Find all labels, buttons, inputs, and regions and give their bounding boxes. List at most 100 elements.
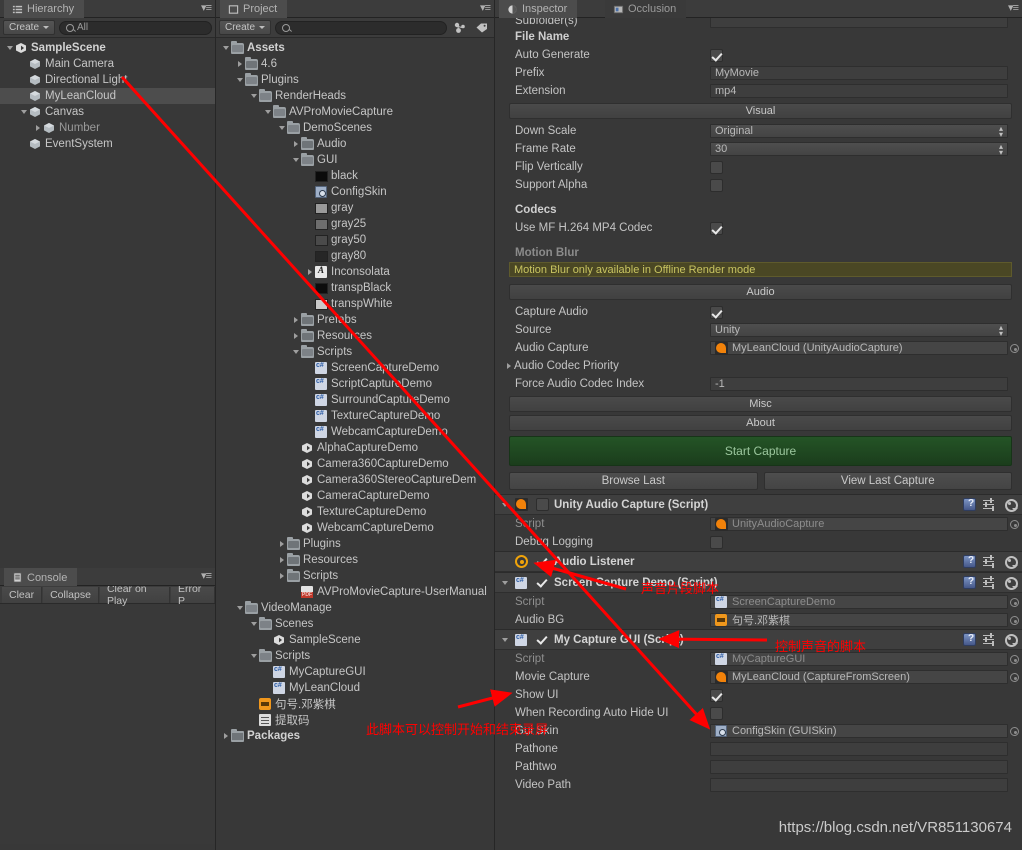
disclosure-triangle-right[interactable] [290, 141, 301, 147]
dropdown-down-scale[interactable]: Original ▴ ▾ [710, 124, 1008, 139]
text-field-pathtwo[interactable] [710, 760, 1008, 774]
tree-item[interactable]: gray50 [216, 232, 494, 248]
tree-item[interactable]: Plugins [216, 72, 494, 88]
disclosure-triangle-down[interactable] [499, 638, 510, 642]
tab-project[interactable]: Project [220, 0, 288, 18]
text-field-subfolder-s-[interactable] [710, 18, 1008, 28]
disclosure-triangle-right[interactable] [234, 61, 245, 67]
tree-item[interactable]: Assets [216, 40, 494, 56]
tree-item[interactable]: AVProMovieCapture [216, 104, 494, 120]
tree-item[interactable]: Directional Light [0, 72, 215, 88]
help-icon[interactable] [963, 555, 976, 568]
console-button[interactable]: Collapse [43, 586, 99, 603]
preset-icon[interactable] [983, 576, 996, 589]
section-header-visual[interactable]: Visual [509, 103, 1012, 119]
inspector-panel-menu[interactable]: ▾≡ [1008, 1, 1019, 14]
tab-console[interactable]: Console [4, 568, 78, 586]
help-icon[interactable] [963, 576, 976, 589]
tree-item[interactable]: Camera360CaptureDemo [216, 456, 494, 472]
console-button[interactable]: Clear on Play [99, 583, 170, 607]
hierarchy-search-input[interactable]: All [59, 20, 212, 35]
component-header[interactable]: Unity Audio Capture (Script) [495, 494, 1022, 515]
tree-item[interactable]: TextureCaptureDemo [216, 408, 494, 424]
section-header-misc[interactable]: Misc [509, 396, 1012, 412]
hierarchy-create-button[interactable]: Create [3, 20, 56, 35]
tree-item[interactable]: WebcamCaptureDemo [216, 424, 494, 440]
disclosure-triangle-right[interactable] [290, 317, 301, 323]
object-picker-icon[interactable] [1010, 616, 1019, 625]
browse-last-button[interactable]: Browse Last [509, 472, 758, 490]
tree-item[interactable]: VideoManage [216, 600, 494, 616]
tree-item[interactable]: CameraCaptureDemo [216, 488, 494, 504]
tree-item[interactable]: gray25 [216, 216, 494, 232]
tree-item[interactable]: Inconsolata [216, 264, 494, 280]
disclosure-triangle-down[interactable] [499, 503, 510, 507]
component-enable-checkbox[interactable] [536, 555, 549, 568]
text-field-video-path[interactable] [710, 778, 1008, 792]
disclosure-triangle-right[interactable] [503, 363, 514, 369]
console-button[interactable]: Error P [170, 583, 215, 607]
tab-inspector[interactable]: Inspector [499, 0, 578, 18]
object-picker-icon[interactable] [1010, 655, 1019, 664]
tab-occlusion[interactable]: Occlusion [605, 0, 687, 18]
tree-item[interactable]: transpWhite [216, 296, 494, 312]
disclosure-triangle-down[interactable] [290, 350, 301, 354]
component-header[interactable]: My Capture GUI (Script) [495, 629, 1022, 650]
checkbox-flip-vertically[interactable] [710, 160, 723, 174]
tree-item[interactable]: DemoScenes [216, 120, 494, 136]
checkbox-use-mf-h-264-mp4-codec[interactable] [710, 221, 723, 235]
tree-item[interactable]: Canvas [0, 104, 215, 120]
tree-item[interactable]: Number [0, 120, 215, 136]
tree-item[interactable]: SurroundCaptureDemo [216, 392, 494, 408]
object-picker-icon[interactable] [1010, 598, 1019, 607]
text-field-extension[interactable]: mp4 [710, 84, 1008, 98]
tree-item[interactable]: ScriptCaptureDemo [216, 376, 494, 392]
tree-item[interactable]: 句号.邓紫棋 [216, 696, 494, 712]
disclosure-triangle-down[interactable] [220, 46, 231, 50]
label-icon[interactable] [473, 20, 491, 35]
checkbox-show-ui[interactable] [710, 688, 723, 702]
disclosure-triangle-down[interactable] [276, 126, 287, 130]
tree-item[interactable]: AlphaCaptureDemo [216, 440, 494, 456]
disclosure-triangle-right[interactable] [32, 125, 43, 131]
checkbox-when-recording-auto-hide-ui[interactable] [710, 706, 723, 720]
tree-item[interactable]: RenderHeads [216, 88, 494, 104]
tree-item[interactable]: Prefabs [216, 312, 494, 328]
gear-icon[interactable] [1003, 633, 1018, 647]
tree-item[interactable]: ConfigSkin [216, 184, 494, 200]
checkbox-support-alpha[interactable] [710, 178, 723, 192]
object-picker-icon[interactable] [1010, 727, 1019, 736]
object-picker-icon[interactable] [1010, 520, 1019, 529]
project-search-input[interactable] [275, 20, 447, 35]
divider-hierarchy-project[interactable] [215, 0, 216, 850]
preset-icon[interactable] [983, 633, 996, 646]
help-icon[interactable] [963, 498, 976, 511]
tree-item[interactable]: 4.6 [216, 56, 494, 72]
view-last-capture-button[interactable]: View Last Capture [763, 472, 1012, 490]
tree-item[interactable]: MyLeanCloud [0, 88, 215, 104]
tree-item[interactable]: MyCaptureGUI [216, 664, 494, 680]
disclosure-triangle-right[interactable] [276, 541, 287, 547]
tree-item[interactable]: EventSystem [0, 136, 215, 152]
hierarchy-panel-menu[interactable]: ▾≡ [201, 1, 212, 14]
tree-item[interactable]: black [216, 168, 494, 184]
text-field-pathone[interactable] [710, 742, 1008, 756]
tree-item[interactable]: Plugins [216, 536, 494, 552]
dropdown-frame-rate[interactable]: 30 ▴ ▾ [710, 142, 1008, 157]
disclosure-triangle-down[interactable] [499, 581, 510, 585]
tree-item[interactable]: GUI [216, 152, 494, 168]
favorites-icon[interactable] [451, 20, 469, 35]
tree-item[interactable]: Resources [216, 552, 494, 568]
object-field-audio-bg[interactable]: 句号.邓紫棋 [710, 613, 1019, 627]
component-enable-checkbox[interactable] [536, 633, 549, 646]
gear-icon[interactable] [1003, 576, 1018, 590]
tree-item[interactable]: gray [216, 200, 494, 216]
disclosure-triangle-right[interactable] [304, 269, 315, 275]
tab-hierarchy[interactable]: Hierarchy [4, 0, 85, 18]
component-header[interactable]: Audio Listener [495, 551, 1022, 572]
disclosure-triangle-down[interactable] [290, 158, 301, 162]
preset-icon[interactable] [983, 498, 996, 511]
tree-item[interactable]: Scenes [216, 616, 494, 632]
component-enable-checkbox[interactable] [536, 576, 549, 589]
tree-item[interactable]: TextureCaptureDemo [216, 504, 494, 520]
